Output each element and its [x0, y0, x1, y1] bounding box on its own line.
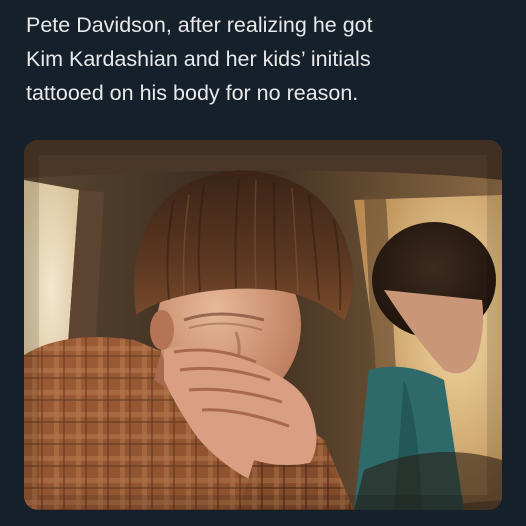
meme-caption: Pete Davidson, after realizing he got Ki… [26, 8, 506, 110]
caption-line-3: tattooed on his body for no reason. [26, 81, 359, 105]
meme-photo[interactable] [24, 140, 502, 510]
caption-line-1: Pete Davidson, after realizing he got [26, 13, 373, 37]
caption-line-2: Kim Kardashian and her kids’ initials [26, 47, 371, 71]
photo-illustration [24, 140, 502, 510]
meme-post: Pete Davidson, after realizing he got Ki… [0, 0, 526, 526]
